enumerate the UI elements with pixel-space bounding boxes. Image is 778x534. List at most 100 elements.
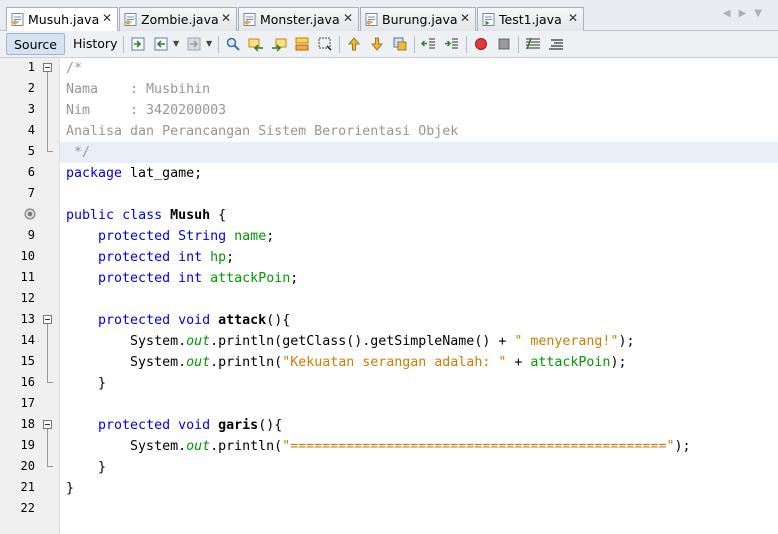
stop-macro-recording-icon[interactable] (496, 36, 512, 52)
toolbar-separator (466, 36, 467, 53)
java-file-icon (365, 13, 378, 26)
tab-list-icon[interactable]: ▼ (754, 8, 770, 19)
back-icon[interactable] (153, 36, 169, 52)
java-file-icon (124, 13, 137, 26)
find-icon[interactable] (225, 36, 241, 52)
line-number: 2 (27, 81, 35, 95)
tab-scroll-arrows[interactable]: ◀▶▼ (723, 8, 770, 19)
forward-icon[interactable] (186, 36, 202, 52)
line-number: 21 (20, 480, 35, 494)
line-number: 19 (20, 438, 35, 452)
toolbar-separator (414, 36, 415, 53)
history-view-button[interactable]: History (66, 33, 124, 55)
chevron-down-icon[interactable]: ▼ (206, 39, 212, 48)
line-number: 20 (20, 459, 35, 473)
line-number: 7 (27, 186, 35, 200)
line-number: 13 (20, 312, 35, 326)
code-line-4: Analisa dan Perancangan Sistem Berorient… (66, 124, 459, 139)
code-line-9: protected String name; (98, 229, 275, 244)
close-icon[interactable]: ✕ (221, 11, 231, 25)
line-number: 22 (20, 501, 35, 515)
toggle-bookmark-icon[interactable] (392, 36, 408, 52)
comment-icon[interactable] (525, 36, 541, 52)
scroll-right-icon[interactable]: ▶ (739, 8, 755, 19)
source-view-button[interactable]: Source (6, 33, 65, 55)
tab-zombie-java[interactable]: Zombie.java ✕ (119, 7, 237, 31)
shift-right-icon[interactable] (444, 36, 460, 52)
toolbar-separator (339, 36, 340, 53)
fold-line (47, 324, 48, 382)
java-file-icon (11, 13, 24, 26)
code-line-18: protected void garis(){ (98, 418, 283, 433)
chevron-down-icon[interactable]: ▼ (173, 39, 179, 48)
line-number: 16 (20, 375, 35, 389)
close-icon[interactable]: ✕ (102, 11, 112, 25)
toolbar-separator (218, 36, 219, 53)
line-number: 17 (20, 396, 35, 410)
tab-burung-java[interactable]: Burung.java ✕ (360, 7, 476, 31)
code-line-20: } (98, 460, 107, 475)
line-number: 1 (27, 60, 35, 74)
line-number: 10 (20, 249, 35, 263)
code-line-16: } (98, 376, 107, 391)
shift-left-icon[interactable] (421, 36, 437, 52)
code-line-3: Nim : 3420200003 (66, 103, 227, 118)
line-number: 11 (20, 270, 35, 284)
line-number: 14 (20, 333, 35, 347)
line-number: 18 (20, 417, 35, 431)
tab-label: Burung.java (382, 12, 458, 27)
close-icon[interactable]: ✕ (343, 11, 353, 25)
fold-toggle-garis-method[interactable] (43, 420, 52, 429)
toggle-highlight-icon[interactable] (294, 36, 310, 52)
tab-monster-java[interactable]: Monster.java ✕ (238, 7, 359, 31)
editor-toolbar: Source History ▼ ▼ (0, 31, 778, 58)
code-line-15: System.out.println("Kekuatan serangan ad… (130, 355, 627, 370)
fold-end (47, 466, 53, 467)
java-main-file-icon (482, 13, 495, 26)
code-line-6: package lat_game; (66, 166, 203, 181)
fold-line (47, 72, 48, 151)
code-line-8: public class Musuh { (66, 208, 227, 223)
code-line-10: protected int hp; (98, 250, 235, 265)
toolbar-separator (123, 36, 124, 53)
class-implements-marker-icon[interactable] (24, 208, 36, 220)
code-line-13: protected void attack(){ (98, 313, 291, 328)
code-line-19: System.out.println("====================… (130, 439, 691, 454)
line-number: 6 (27, 165, 35, 179)
code-line-2: Nama : Musbihin (66, 82, 211, 97)
uncomment-icon[interactable] (548, 36, 564, 52)
find-next-icon[interactable] (271, 36, 287, 52)
tab-label: Zombie.java (141, 12, 219, 27)
tab-label: Test1.java (499, 12, 562, 27)
line-number: 9 (27, 228, 35, 242)
line-number: 4 (27, 123, 35, 137)
tab-label: Monster.java (260, 12, 340, 27)
line-number: 15 (20, 354, 35, 368)
toggle-rectangular-selection-icon[interactable] (317, 36, 333, 52)
previous-bookmark-icon[interactable] (346, 36, 362, 52)
code-line-14: System.out.println(getClass().getSimpleN… (130, 334, 635, 349)
fold-toggle-attack-method[interactable] (43, 315, 52, 324)
find-previous-icon[interactable] (248, 36, 264, 52)
fold-toggle-comment[interactable] (43, 63, 52, 72)
next-bookmark-icon[interactable] (369, 36, 385, 52)
line-number: 12 (20, 291, 35, 305)
code-line-21: } (66, 481, 75, 496)
code-line-11: protected int attackPoin; (98, 271, 299, 286)
last-edit-icon[interactable] (130, 36, 146, 52)
toolbar-separator (518, 36, 519, 53)
start-macro-recording-icon[interactable] (473, 36, 489, 52)
code-editor[interactable]: /* Nama : Musbihin Nim : 3420200003 Anal… (60, 58, 778, 534)
close-icon[interactable]: ✕ (568, 11, 578, 25)
fold-end (47, 151, 53, 152)
tab-musuh-java[interactable]: Musuh.java ✕ (6, 7, 118, 32)
java-file-icon (243, 13, 256, 26)
scroll-left-icon[interactable]: ◀ (723, 8, 739, 19)
close-icon[interactable]: ✕ (460, 11, 470, 25)
tab-test1-java[interactable]: Test1.java ✕ (477, 7, 584, 31)
editor-tab-bar: Musuh.java ✕ Zombie.java ✕ Monster.java … (0, 0, 778, 32)
tab-label: Musuh.java (28, 12, 100, 27)
current-line-highlight (60, 142, 778, 163)
code-line-5: */ (66, 145, 91, 160)
line-number-gutter: 1 2 3 4 5 6 7 9 10 11 12 13 14 15 16 17 … (0, 58, 60, 534)
